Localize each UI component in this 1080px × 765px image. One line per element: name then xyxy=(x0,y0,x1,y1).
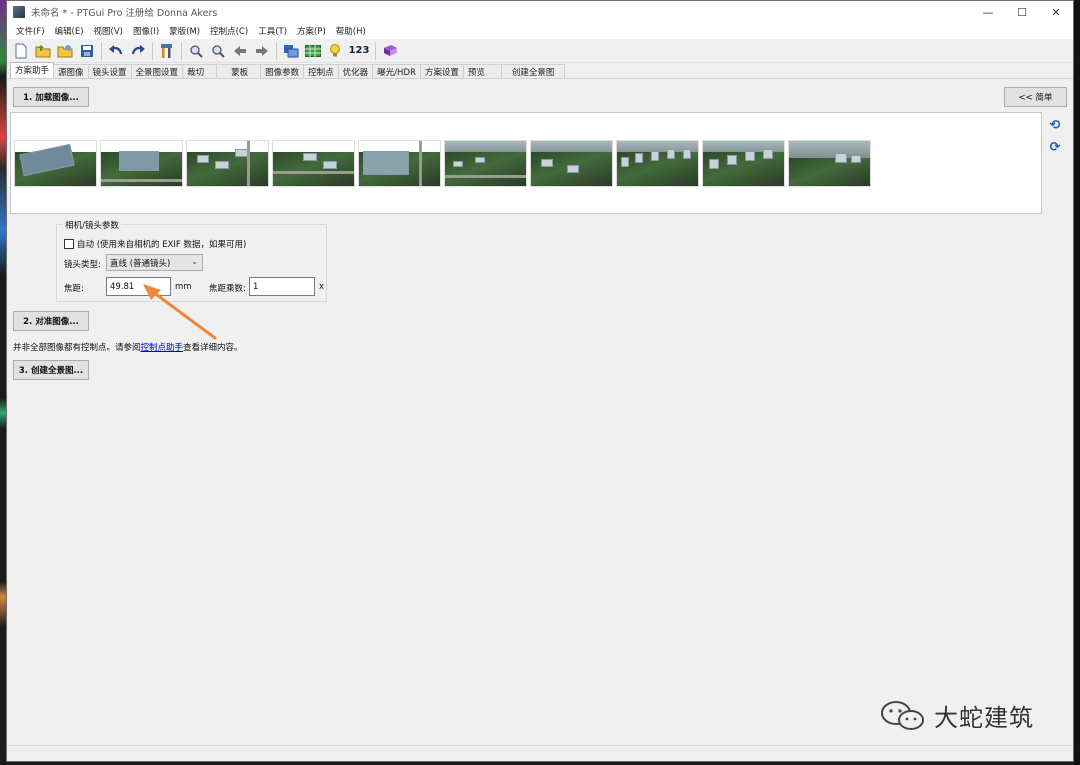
desktop-background-right xyxy=(1074,0,1080,765)
new-file-icon[interactable] xyxy=(10,41,32,61)
window-title: 未命名 * - PTGui Pro 注册给 Donna Akers xyxy=(31,8,218,19)
arrow-left-icon[interactable] xyxy=(229,41,251,61)
panorama-editor-icon[interactable] xyxy=(280,41,302,61)
image-thumbnails-panel xyxy=(10,112,1042,214)
image-thumbnail[interactable] xyxy=(530,140,613,187)
focal-multiplier-input[interactable]: 1 xyxy=(249,277,315,296)
align-images-button[interactable]: 2. 对准图像... xyxy=(13,311,89,331)
multiplier-unit-label: x xyxy=(319,282,325,292)
image-thumbnail[interactable] xyxy=(444,140,527,187)
table-icon[interactable] xyxy=(302,41,324,61)
menu-control-points[interactable]: 控制点(C) xyxy=(205,25,253,37)
control-point-assistant-link[interactable]: 控制点助手 xyxy=(141,343,184,353)
annotation-arrow xyxy=(143,284,217,340)
menu-project[interactable]: 方案(P) xyxy=(292,25,331,37)
load-images-button[interactable]: 1. 加载图像... xyxy=(13,87,89,107)
minimize-button[interactable]: — xyxy=(971,1,1005,23)
tab-panorama-settings[interactable]: 全景图设置 xyxy=(130,64,184,78)
tab-optimizer[interactable]: 优化器 xyxy=(337,64,374,78)
simple-mode-button[interactable]: << 简单 xyxy=(1004,87,1067,107)
numbers-icon[interactable]: 123 xyxy=(346,41,372,61)
menu-help[interactable]: 帮助(H) xyxy=(331,25,371,37)
menu-bar: 文件(F) 编辑(E) 视图(V) 图像(I) 蒙版(M) 控制点(C) 工具(… xyxy=(7,23,1073,39)
image-thumbnail[interactable] xyxy=(358,140,441,187)
book-icon[interactable] xyxy=(379,41,401,61)
zoom-in-icon[interactable] xyxy=(185,41,207,61)
lens-type-select[interactable]: 直线 (普通镜头) ⌄ xyxy=(106,254,203,271)
watermark-text: 大蛇建筑 xyxy=(934,704,1034,732)
open-recent-icon[interactable] xyxy=(54,41,76,61)
tab-project-settings[interactable]: 方案设置 xyxy=(419,64,464,78)
open-folder-icon[interactable] xyxy=(32,41,54,61)
redo-icon[interactable] xyxy=(127,41,149,61)
title-bar: 未命名 * - PTGui Pro 注册给 Donna Akers — ☐ ✕ xyxy=(7,1,1073,23)
tab-mask[interactable]: 蒙板 xyxy=(216,64,262,78)
toolbar: 123 xyxy=(7,39,1073,63)
menu-images[interactable]: 图像(I) xyxy=(128,25,164,37)
menu-view[interactable]: 视图(V) xyxy=(89,25,128,37)
image-thumbnail[interactable] xyxy=(186,140,269,187)
status-prefix: 并非全部图像都有控制点。请参阅 xyxy=(13,343,141,353)
tab-project-assistant[interactable]: 方案助手 xyxy=(10,62,55,78)
menu-mask[interactable]: 蒙版(M) xyxy=(164,25,205,37)
control-points-status: 并非全部图像都有控制点。请参阅控制点助手查看详细内容。 xyxy=(13,341,243,353)
image-thumbnail[interactable] xyxy=(788,140,871,187)
focal-length-value: 49.81 xyxy=(110,281,135,292)
save-icon[interactable] xyxy=(76,41,98,61)
image-thumbnail[interactable] xyxy=(100,140,183,187)
maximize-button[interactable]: ☐ xyxy=(1005,1,1039,23)
lightbulb-icon[interactable] xyxy=(324,41,346,61)
auto-exif-label: 自动 (使用来自相机的 EXIF 数据，如果可用) xyxy=(77,240,247,250)
numbers-label: 123 xyxy=(348,45,370,56)
menu-edit[interactable]: 编辑(E) xyxy=(50,25,89,37)
tab-exposure-hdr[interactable]: 曝光/HDR xyxy=(372,64,421,78)
zoom-out-icon[interactable] xyxy=(207,41,229,61)
rotate-left-icon[interactable]: ⟲ xyxy=(1048,118,1062,133)
image-thumbnail[interactable] xyxy=(702,140,785,187)
status-suffix: 查看详细内容。 xyxy=(183,343,243,353)
tab-create-panorama[interactable]: 创建全景图 xyxy=(500,64,566,78)
wechat-icon xyxy=(880,700,926,732)
watermark: 大蛇建筑 xyxy=(880,698,1034,733)
focal-length-label: 焦距: xyxy=(64,284,84,294)
tab-source-images[interactable]: 源图像 xyxy=(53,64,89,78)
image-thumbnail[interactable] xyxy=(14,140,97,187)
arrow-right-icon[interactable] xyxy=(251,41,273,61)
project-assistant-panel: 1. 加载图像... << 简单 ⟲ ⟳ 相机/镜头参数 自动 (使用来自相机的… xyxy=(7,80,1073,744)
tab-crop[interactable]: 裁切 xyxy=(182,64,218,78)
tab-lens-settings[interactable]: 镜头设置 xyxy=(87,64,132,78)
lens-type-label: 镜头类型: xyxy=(64,260,101,270)
auto-exif-checkbox[interactable] xyxy=(64,239,74,249)
tab-strip: 方案助手 源图像 镜头设置 全景图设置 裁切 蒙板 图像参数 控制点 优化器 曝… xyxy=(7,62,1073,79)
close-button[interactable]: ✕ xyxy=(1039,1,1073,23)
chevron-down-icon: ⌄ xyxy=(191,257,198,266)
rotate-right-icon[interactable]: ⟳ xyxy=(1048,140,1062,155)
tab-image-parameters[interactable]: 图像参数 xyxy=(260,64,305,78)
focal-multiplier-value: 1 xyxy=(253,281,259,292)
tab-preview[interactable]: 预览 xyxy=(462,64,502,78)
status-bar xyxy=(7,745,1073,761)
app-icon xyxy=(13,6,25,18)
menu-file[interactable]: 文件(F) xyxy=(11,25,50,37)
ptgui-window: 未命名 * - PTGui Pro 注册给 Donna Akers — ☐ ✕ … xyxy=(6,0,1074,762)
camera-lens-group-title: 相机/镜头参数 xyxy=(63,219,121,231)
image-thumbnail[interactable] xyxy=(272,140,355,187)
create-panorama-button[interactable]: 3. 创建全景图... xyxy=(13,360,89,380)
tab-control-points[interactable]: 控制点 xyxy=(303,64,339,78)
menu-tools[interactable]: 工具(T) xyxy=(253,25,292,37)
undo-icon[interactable] xyxy=(105,41,127,61)
image-thumbnail[interactable] xyxy=(616,140,699,187)
tools-icon[interactable] xyxy=(156,41,178,61)
lens-type-value: 直线 (普通镜头) xyxy=(110,258,171,269)
